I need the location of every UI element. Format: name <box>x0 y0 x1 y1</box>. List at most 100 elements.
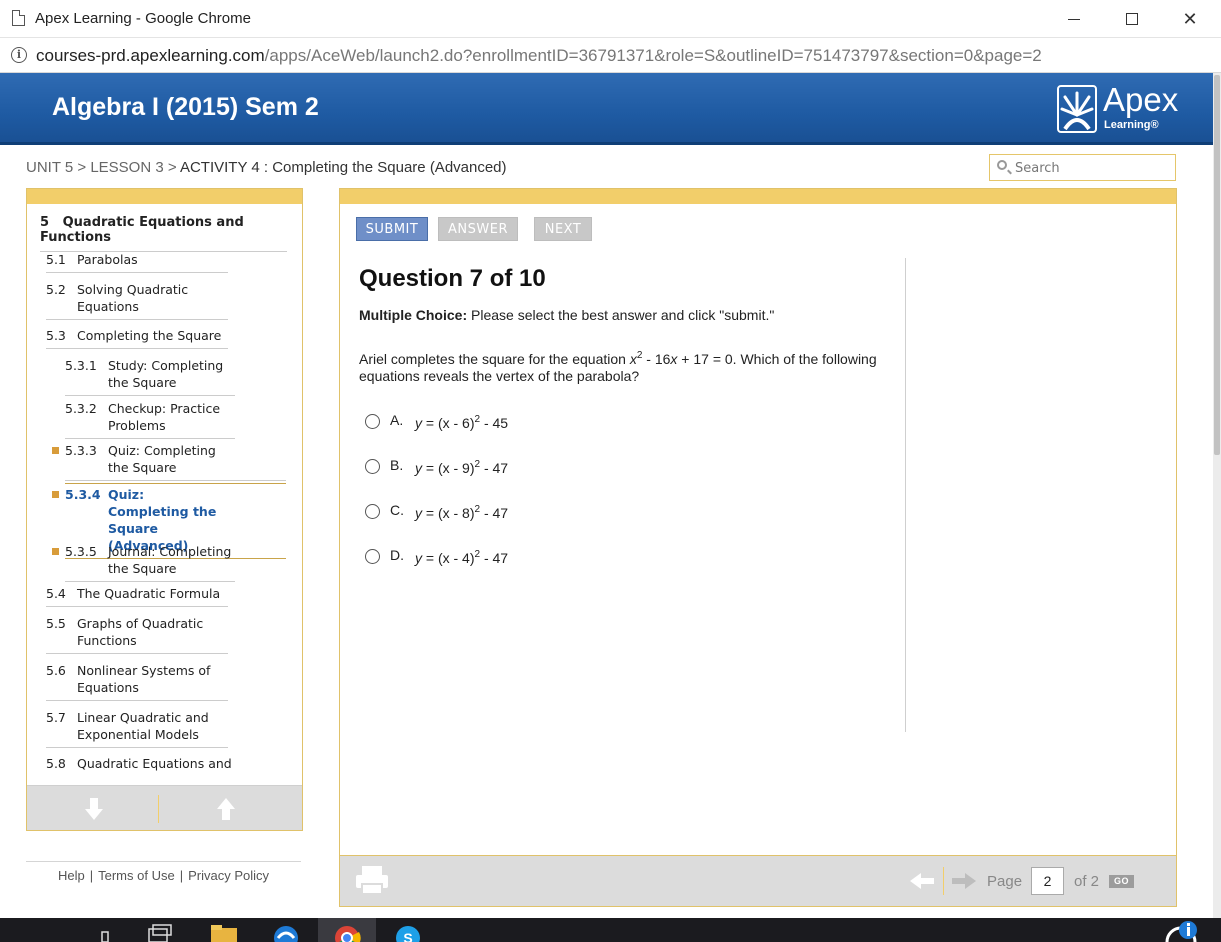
print-icon[interactable] <box>354 864 390 896</box>
pager-divider <box>943 867 944 895</box>
sidebar-item-number: 5.3 <box>46 328 66 343</box>
chrome-taskbar-active[interactable] <box>318 918 376 942</box>
footer-links: Help | Terms of Use | Privacy Policy <box>26 861 301 883</box>
browser-titlebar: Apex Learning - Google Chrome ✕ <box>0 0 1221 38</box>
radio-button[interactable] <box>365 414 380 429</box>
sidebar-item-5-3-2[interactable]: 5.3.2 Checkup: Practice Problems <box>65 400 235 439</box>
sidebar-item-label: Solving Quadratic Equations <box>77 282 189 314</box>
sidebar-item-5-2[interactable]: 5.2 Solving Quadratic Equations <box>46 281 228 320</box>
next-page-arrow-icon[interactable] <box>952 873 976 889</box>
sidebar-unit-heading: 5 Quadratic Equations and Functions <box>40 215 287 252</box>
choice-tail: - 47 <box>480 550 509 566</box>
tray-app-icon[interactable] <box>1163 920 1203 942</box>
sidebar-item-5-3[interactable]: 5.3 Completing the Square <box>46 327 228 349</box>
choice-expression: y = (x - 4)2 - 47 <box>415 550 509 567</box>
edge-browser-icon[interactable] <box>272 924 300 942</box>
sidebar-item-5-3-3[interactable]: 5.3.3 Quiz: Completing the Square <box>52 442 286 481</box>
choice-var: y <box>415 550 422 566</box>
choice-letter: D. <box>390 547 404 563</box>
sidebar-item-5-5[interactable]: 5.5 Graphs of Quadratic Functions <box>46 615 228 654</box>
breadcrumb-current: ACTIVITY 4 : Completing the Square (Adva… <box>179 159 507 176</box>
quiz-bullet-icon <box>52 447 59 454</box>
close-button[interactable]: ✕ <box>1161 0 1219 38</box>
skype-icon[interactable]: S <box>394 924 422 942</box>
sidebar-item-label: Nonlinear Systems of Equations <box>77 663 211 695</box>
sidebar-item-5-3-5[interactable]: 5.3.5 Journal: Completing the Square <box>52 543 235 582</box>
sidebar-item-5-6[interactable]: 5.6 Nonlinear Systems of Equations <box>46 662 228 701</box>
sidebar-item-label: Linear Quadratic and Exponential Models <box>77 710 209 742</box>
site-info-icon[interactable]: i <box>11 47 27 63</box>
page-number-input[interactable] <box>1031 867 1064 895</box>
sidebar-item-5-1[interactable]: 5.1 Parabolas <box>46 251 228 273</box>
apex-logo-word: Apex <box>1103 81 1179 118</box>
sidebar-item-label: Completing the Square <box>77 328 222 343</box>
address-bar[interactable]: i courses-prd.apexlearning.com/apps/AceW… <box>0 38 1221 73</box>
cortana-search-icon[interactable] <box>100 924 110 942</box>
sidebar-item-5-3-1[interactable]: 5.3.1 Study: Completing the Square <box>65 357 235 396</box>
radio-button[interactable] <box>365 459 380 474</box>
url-host: courses-prd.apexlearning.com <box>36 46 265 65</box>
sidebar-scroll-controls <box>27 785 302 830</box>
course-header: Algebra I (2015) Sem 2 Apex Learning® <box>0 73 1221 145</box>
choice-var: y <box>415 460 422 476</box>
terms-link[interactable]: Terms of Use <box>98 868 175 883</box>
course-title: Algebra I (2015) Sem 2 <box>52 93 319 121</box>
choice-expression: y = (x - 9)2 - 47 <box>415 460 509 477</box>
window-title: Apex Learning - Google Chrome <box>35 10 251 27</box>
page-scrollbar[interactable] <box>1213 73 1221 918</box>
sidebar-item-5-7[interactable]: 5.7 Linear Quadratic and Exponential Mod… <box>46 709 228 748</box>
question-title: Question 7 of 10 <box>359 265 546 292</box>
page-label: Page <box>987 873 1023 890</box>
minimize-button[interactable] <box>1045 0 1103 38</box>
chrome-browser-icon <box>335 926 361 942</box>
url-text[interactable]: courses-prd.apexlearning.com/apps/AceWeb… <box>36 46 1042 66</box>
content-divider <box>905 258 906 732</box>
link-separator: | <box>89 868 94 883</box>
choice-tail: - 47 <box>480 460 509 476</box>
choice-inner: = (x - 9) <box>422 460 475 476</box>
sidebar-item-number: 5.5 <box>46 616 66 631</box>
scrollbar-thumb[interactable] <box>1214 75 1220 455</box>
radio-button[interactable] <box>365 504 380 519</box>
maximize-button[interactable] <box>1103 0 1161 38</box>
help-link[interactable]: Help <box>58 868 85 883</box>
breadcrumb-path[interactable]: UNIT 5 > LESSON 3 > <box>26 159 180 176</box>
breadcrumb: UNIT 5 > LESSON 3 > ACTIVITY 4 : Complet… <box>26 159 507 176</box>
svg-text:S: S <box>403 930 412 942</box>
choice-expression: y = (x - 8)2 - 47 <box>415 505 508 522</box>
privacy-link[interactable]: Privacy Policy <box>188 868 269 883</box>
url-path: /apps/AceWeb/launch2.do?enrollmentID=367… <box>264 46 1042 65</box>
choice-inner: = (x - 4) <box>422 550 475 566</box>
answer-button[interactable]: ANSWER <box>438 217 518 241</box>
search-input[interactable] <box>1015 159 1170 177</box>
sidebar-item-5-4[interactable]: 5.4 The Quadratic Formula <box>46 585 228 607</box>
question-variable: x <box>629 351 637 367</box>
page-body: UNIT 5 > LESSON 3 > ACTIVITY 4 : Complet… <box>0 145 1213 918</box>
previous-page-arrow-icon[interactable] <box>910 873 934 889</box>
instructions-text: Please select the best answer and click … <box>467 307 775 323</box>
choice-tail: - 45 <box>480 415 509 431</box>
task-view-icon[interactable] <box>147 924 173 942</box>
sidebar-item-number: 5.6 <box>46 663 66 678</box>
go-button[interactable]: GO <box>1109 875 1134 888</box>
scroll-up-arrow-icon[interactable] <box>211 796 241 822</box>
apex-logo-sub: Learning® <box>1104 119 1159 131</box>
next-button[interactable]: NEXT <box>534 217 592 241</box>
sidebar-item-number: 5.3.5 <box>65 544 97 559</box>
sidebar-item-5-8[interactable]: 5.8 Quadratic Equations and <box>46 755 236 776</box>
apex-logo: Apex Learning® <box>1057 81 1179 137</box>
maximize-icon <box>1126 13 1138 25</box>
quiz-bullet-icon <box>52 491 59 498</box>
choice-var: y <box>415 505 422 521</box>
sidebar-item-number: 5.7 <box>46 710 66 725</box>
choice-expression: y = (x - 6)2 - 45 <box>415 415 509 432</box>
sidebar-item-number: 5.3.2 <box>65 401 97 416</box>
lesson-sidebar: 5 Quadratic Equations and Functions 5.1 … <box>26 188 303 831</box>
instructions-label: Multiple Choice: <box>359 307 468 323</box>
scroll-down-arrow-icon[interactable] <box>79 796 109 822</box>
radio-button[interactable] <box>365 549 380 564</box>
panel-topbar <box>340 189 1176 204</box>
search-box[interactable] <box>989 154 1176 181</box>
file-explorer-icon[interactable] <box>210 924 238 942</box>
submit-button[interactable]: SUBMIT <box>356 217 428 241</box>
